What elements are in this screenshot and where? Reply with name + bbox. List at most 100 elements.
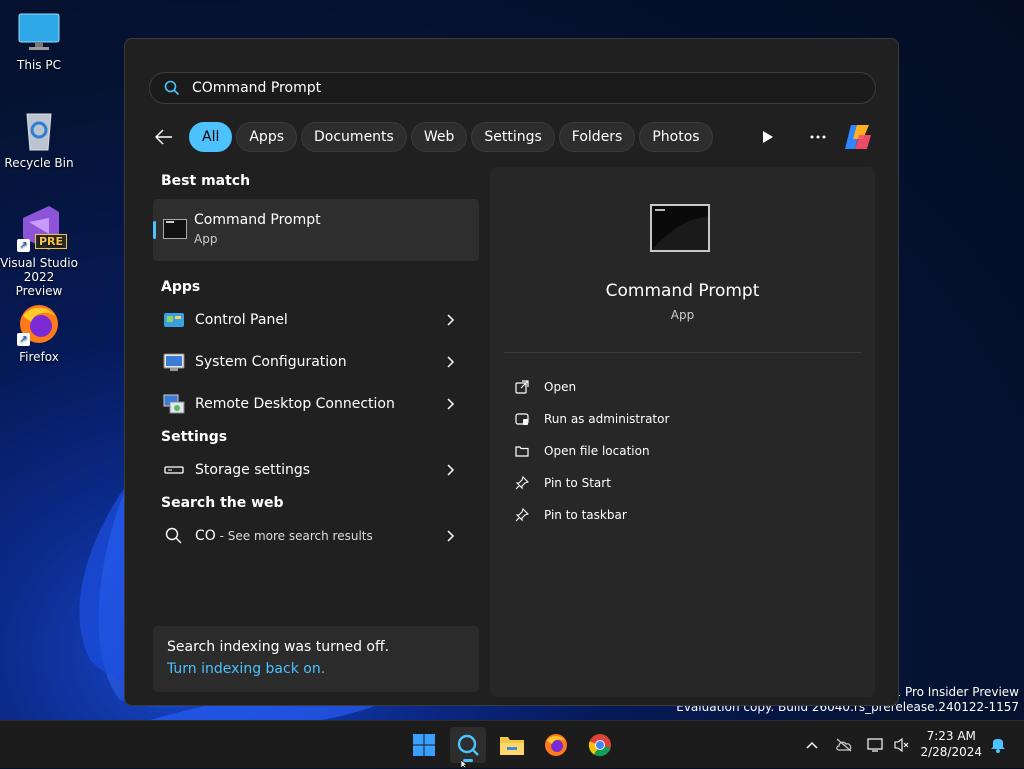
chevron-up-icon — [806, 741, 818, 749]
web-search-label: CO - See more search results — [195, 528, 441, 544]
apps-header: Apps — [161, 279, 201, 295]
copilot-button[interactable] — [842, 121, 874, 153]
action-pin-to-taskbar[interactable]: Pin to taskbar — [514, 499, 669, 531]
shortcut-arrow-icon: ↗ — [17, 333, 30, 346]
selection-indicator — [153, 221, 156, 239]
search-icon — [163, 525, 185, 547]
speaker-muted-icon — [894, 737, 909, 753]
control-panel-icon — [163, 309, 185, 331]
network-icon — [867, 738, 883, 752]
search-icon — [164, 80, 180, 96]
action-open[interactable]: Open — [514, 371, 669, 403]
result-label: System Configuration — [195, 354, 347, 370]
more-filters-button[interactable] — [752, 121, 784, 153]
show-hidden-icons-button[interactable] — [800, 733, 824, 757]
onedrive-tray-button[interactable] — [832, 733, 856, 757]
windows-logo-icon — [413, 734, 435, 756]
notifications-button[interactable] — [990, 735, 1010, 755]
volume-tray-button[interactable] — [890, 733, 914, 757]
clock-date: 2/28/2024 — [920, 745, 982, 759]
filter-chip-folders[interactable]: Folders — [558, 122, 636, 152]
folder-icon — [500, 737, 524, 755]
preview-divider — [504, 352, 861, 353]
start-button[interactable] — [406, 727, 442, 763]
desktop-icon-visual-studio[interactable]: PRE ↗ Visual Studio 2022 Preview — [0, 204, 78, 298]
action-label: Open file location — [544, 444, 650, 458]
action-open-file-location[interactable]: Open file location — [514, 435, 669, 467]
back-button[interactable] — [149, 122, 179, 152]
desktop-icon-label: This PC — [17, 58, 61, 72]
desktop-icon-this-pc[interactable]: This PC — [0, 10, 78, 72]
ellipsis-icon — [810, 135, 826, 139]
action-run-as-admin[interactable]: Run as administrator — [514, 403, 669, 435]
recycle-bin-icon — [17, 108, 61, 152]
preview-title: Command Prompt — [605, 281, 760, 301]
shortcut-arrow-icon: ↗ — [17, 239, 30, 252]
pin-icon — [514, 507, 530, 523]
search-web-header: Search the web — [161, 495, 284, 511]
arrow-left-icon — [155, 129, 172, 145]
filter-chip-all[interactable]: All — [189, 122, 233, 152]
desktop-icon-recycle-bin[interactable]: Recycle Bin — [0, 108, 78, 170]
visual-studio-icon: PRE ↗ — [17, 204, 67, 252]
network-tray-button[interactable] — [864, 733, 888, 757]
filter-chip-settings[interactable]: Settings — [471, 122, 555, 152]
desktop-icon-label: Recycle Bin — [4, 156, 74, 170]
result-control-panel[interactable]: Control Panel — [153, 299, 479, 341]
preview-actions: Open Run as administrator Open file loca… — [514, 371, 669, 531]
taskbar-search-button[interactable] — [450, 727, 486, 763]
search-panel: All Apps Documents Web Settings Folders … — [124, 38, 899, 706]
desktop-icon-firefox[interactable]: ↗ Firefox — [0, 302, 78, 364]
chevron-right-icon[interactable] — [441, 310, 461, 330]
result-remote-desktop[interactable]: Remote Desktop Connection — [153, 383, 479, 425]
filter-chip-apps[interactable]: Apps — [236, 122, 298, 152]
remote-desktop-icon — [163, 393, 185, 415]
taskbar-clock[interactable]: 7:23 AM 2/28/2024 — [920, 728, 982, 760]
monitor-icon — [17, 10, 61, 54]
more-options-button[interactable] — [802, 121, 834, 153]
taskbar-chrome[interactable] — [582, 727, 618, 763]
filter-chip-photos[interactable]: Photos — [639, 122, 713, 152]
taskbar-firefox[interactable] — [538, 727, 574, 763]
mouse-cursor-icon — [461, 760, 468, 768]
action-label: Open — [544, 380, 577, 394]
indexing-message: Search indexing was turned off. — [167, 639, 390, 655]
chevron-right-icon[interactable] — [441, 460, 461, 480]
firefox-icon: ↗ — [17, 302, 61, 346]
search-icon — [457, 734, 479, 756]
play-icon — [763, 131, 773, 143]
clock-time: 7:23 AM — [926, 729, 976, 743]
best-match-title: Command Prompt — [194, 212, 321, 228]
copilot-icon — [845, 125, 871, 149]
action-label: Pin to taskbar — [544, 508, 627, 522]
taskbar-file-explorer[interactable] — [494, 727, 530, 763]
firefox-icon — [545, 734, 567, 756]
pin-icon — [514, 475, 530, 491]
bell-icon — [991, 739, 1005, 753]
filter-chip-documents[interactable]: Documents — [301, 122, 407, 152]
filter-toolbar-right — [734, 121, 874, 153]
search-filters: All Apps Documents Web Settings Folders … — [149, 121, 717, 153]
result-storage-settings[interactable]: Storage settings — [153, 449, 479, 491]
settings-header: Settings — [161, 429, 228, 445]
cloud-offline-icon — [836, 738, 852, 752]
chevron-right-icon[interactable] — [441, 526, 461, 546]
indexing-link[interactable]: Turn indexing back on. — [167, 661, 325, 677]
system-configuration-icon — [163, 351, 185, 373]
taskbar: 7:23 AM 2/28/2024 — [0, 720, 1024, 768]
chevron-right-icon[interactable] — [441, 352, 461, 372]
best-match-subtitle: App — [194, 232, 218, 246]
best-match-item[interactable]: Command Prompt App — [153, 199, 479, 261]
action-pin-to-start[interactable]: Pin to Start — [514, 467, 669, 499]
preview-pane: Command Prompt App Open Run as administr… — [490, 167, 875, 697]
result-web-search[interactable]: CO - See more search results — [153, 515, 479, 557]
search-box[interactable] — [149, 72, 876, 104]
result-label: Storage settings — [195, 462, 311, 478]
chevron-right-icon[interactable] — [441, 394, 461, 414]
result-system-configuration[interactable]: System Configuration — [153, 341, 479, 383]
action-label: Pin to Start — [544, 476, 611, 490]
result-label: Control Panel — [195, 312, 288, 328]
filter-chip-web[interactable]: Web — [410, 122, 468, 152]
storage-icon — [163, 459, 185, 481]
search-input[interactable] — [192, 78, 792, 98]
